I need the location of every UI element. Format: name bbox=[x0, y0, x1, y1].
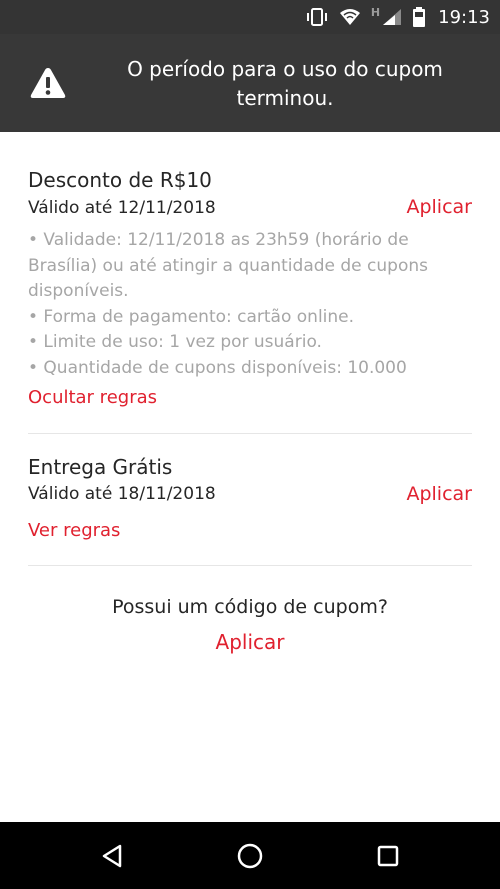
coupon-card: Entrega Grátis Válido até 18/11/2018 Apl… bbox=[28, 455, 472, 555]
home-icon[interactable] bbox=[232, 838, 268, 874]
signal-icon bbox=[382, 8, 402, 26]
recent-apps-icon[interactable] bbox=[370, 838, 406, 874]
network-type-label: H bbox=[370, 5, 381, 19]
alert-message: O período para o uso do cupom terminou. bbox=[127, 57, 443, 110]
divider bbox=[28, 433, 472, 434]
show-rules-link[interactable]: Ver regras bbox=[28, 520, 120, 541]
wifi-icon bbox=[339, 8, 361, 26]
coupon-title: Entrega Grátis bbox=[28, 455, 173, 479]
coupon-title: Desconto de R$10 bbox=[28, 168, 212, 192]
coupon-rule-item: • Quantidade de cupons disponíveis: 10.0… bbox=[28, 357, 407, 378]
divider bbox=[28, 565, 472, 566]
vibrate-icon bbox=[305, 7, 329, 27]
coupon-rules-list: • Validade: 12/11/2018 as 23h59 (horário… bbox=[28, 228, 472, 381]
navigation-bar bbox=[0, 822, 500, 889]
coupon-card: Desconto de R$10 Válido até 12/11/2018 A… bbox=[28, 168, 472, 418]
apply-coupon-code-button[interactable]: Aplicar bbox=[0, 630, 500, 654]
apply-coupon-button[interactable]: Aplicar bbox=[406, 483, 472, 505]
coupon-rule-item: • Limite de uso: 1 vez por usuário. bbox=[28, 332, 322, 352]
coupon-validity: Válido até 18/11/2018 bbox=[28, 484, 216, 504]
coupon-code-question: Possui um código de cupom? bbox=[112, 596, 388, 618]
hide-rules-link[interactable]: Ocultar regras bbox=[28, 387, 157, 408]
status-bar: H 19:13 bbox=[0, 0, 500, 34]
battery-icon bbox=[412, 6, 426, 28]
coupon-rule-item: • Validade: 12/11/2018 as 23h59 (horário… bbox=[28, 230, 428, 301]
coupon-rule-item: • Forma de pagamento: cartão online. bbox=[28, 306, 355, 327]
alert-banner: O período para o uso do cupom terminou. bbox=[0, 34, 500, 132]
warning-icon bbox=[29, 66, 67, 100]
status-time: 19:13 bbox=[438, 6, 490, 28]
back-icon[interactable] bbox=[94, 838, 130, 874]
apply-coupon-button[interactable]: Aplicar bbox=[406, 196, 472, 218]
coupon-validity: Válido até 12/11/2018 bbox=[28, 198, 216, 218]
status-icons: H 19:13 bbox=[305, 0, 490, 34]
